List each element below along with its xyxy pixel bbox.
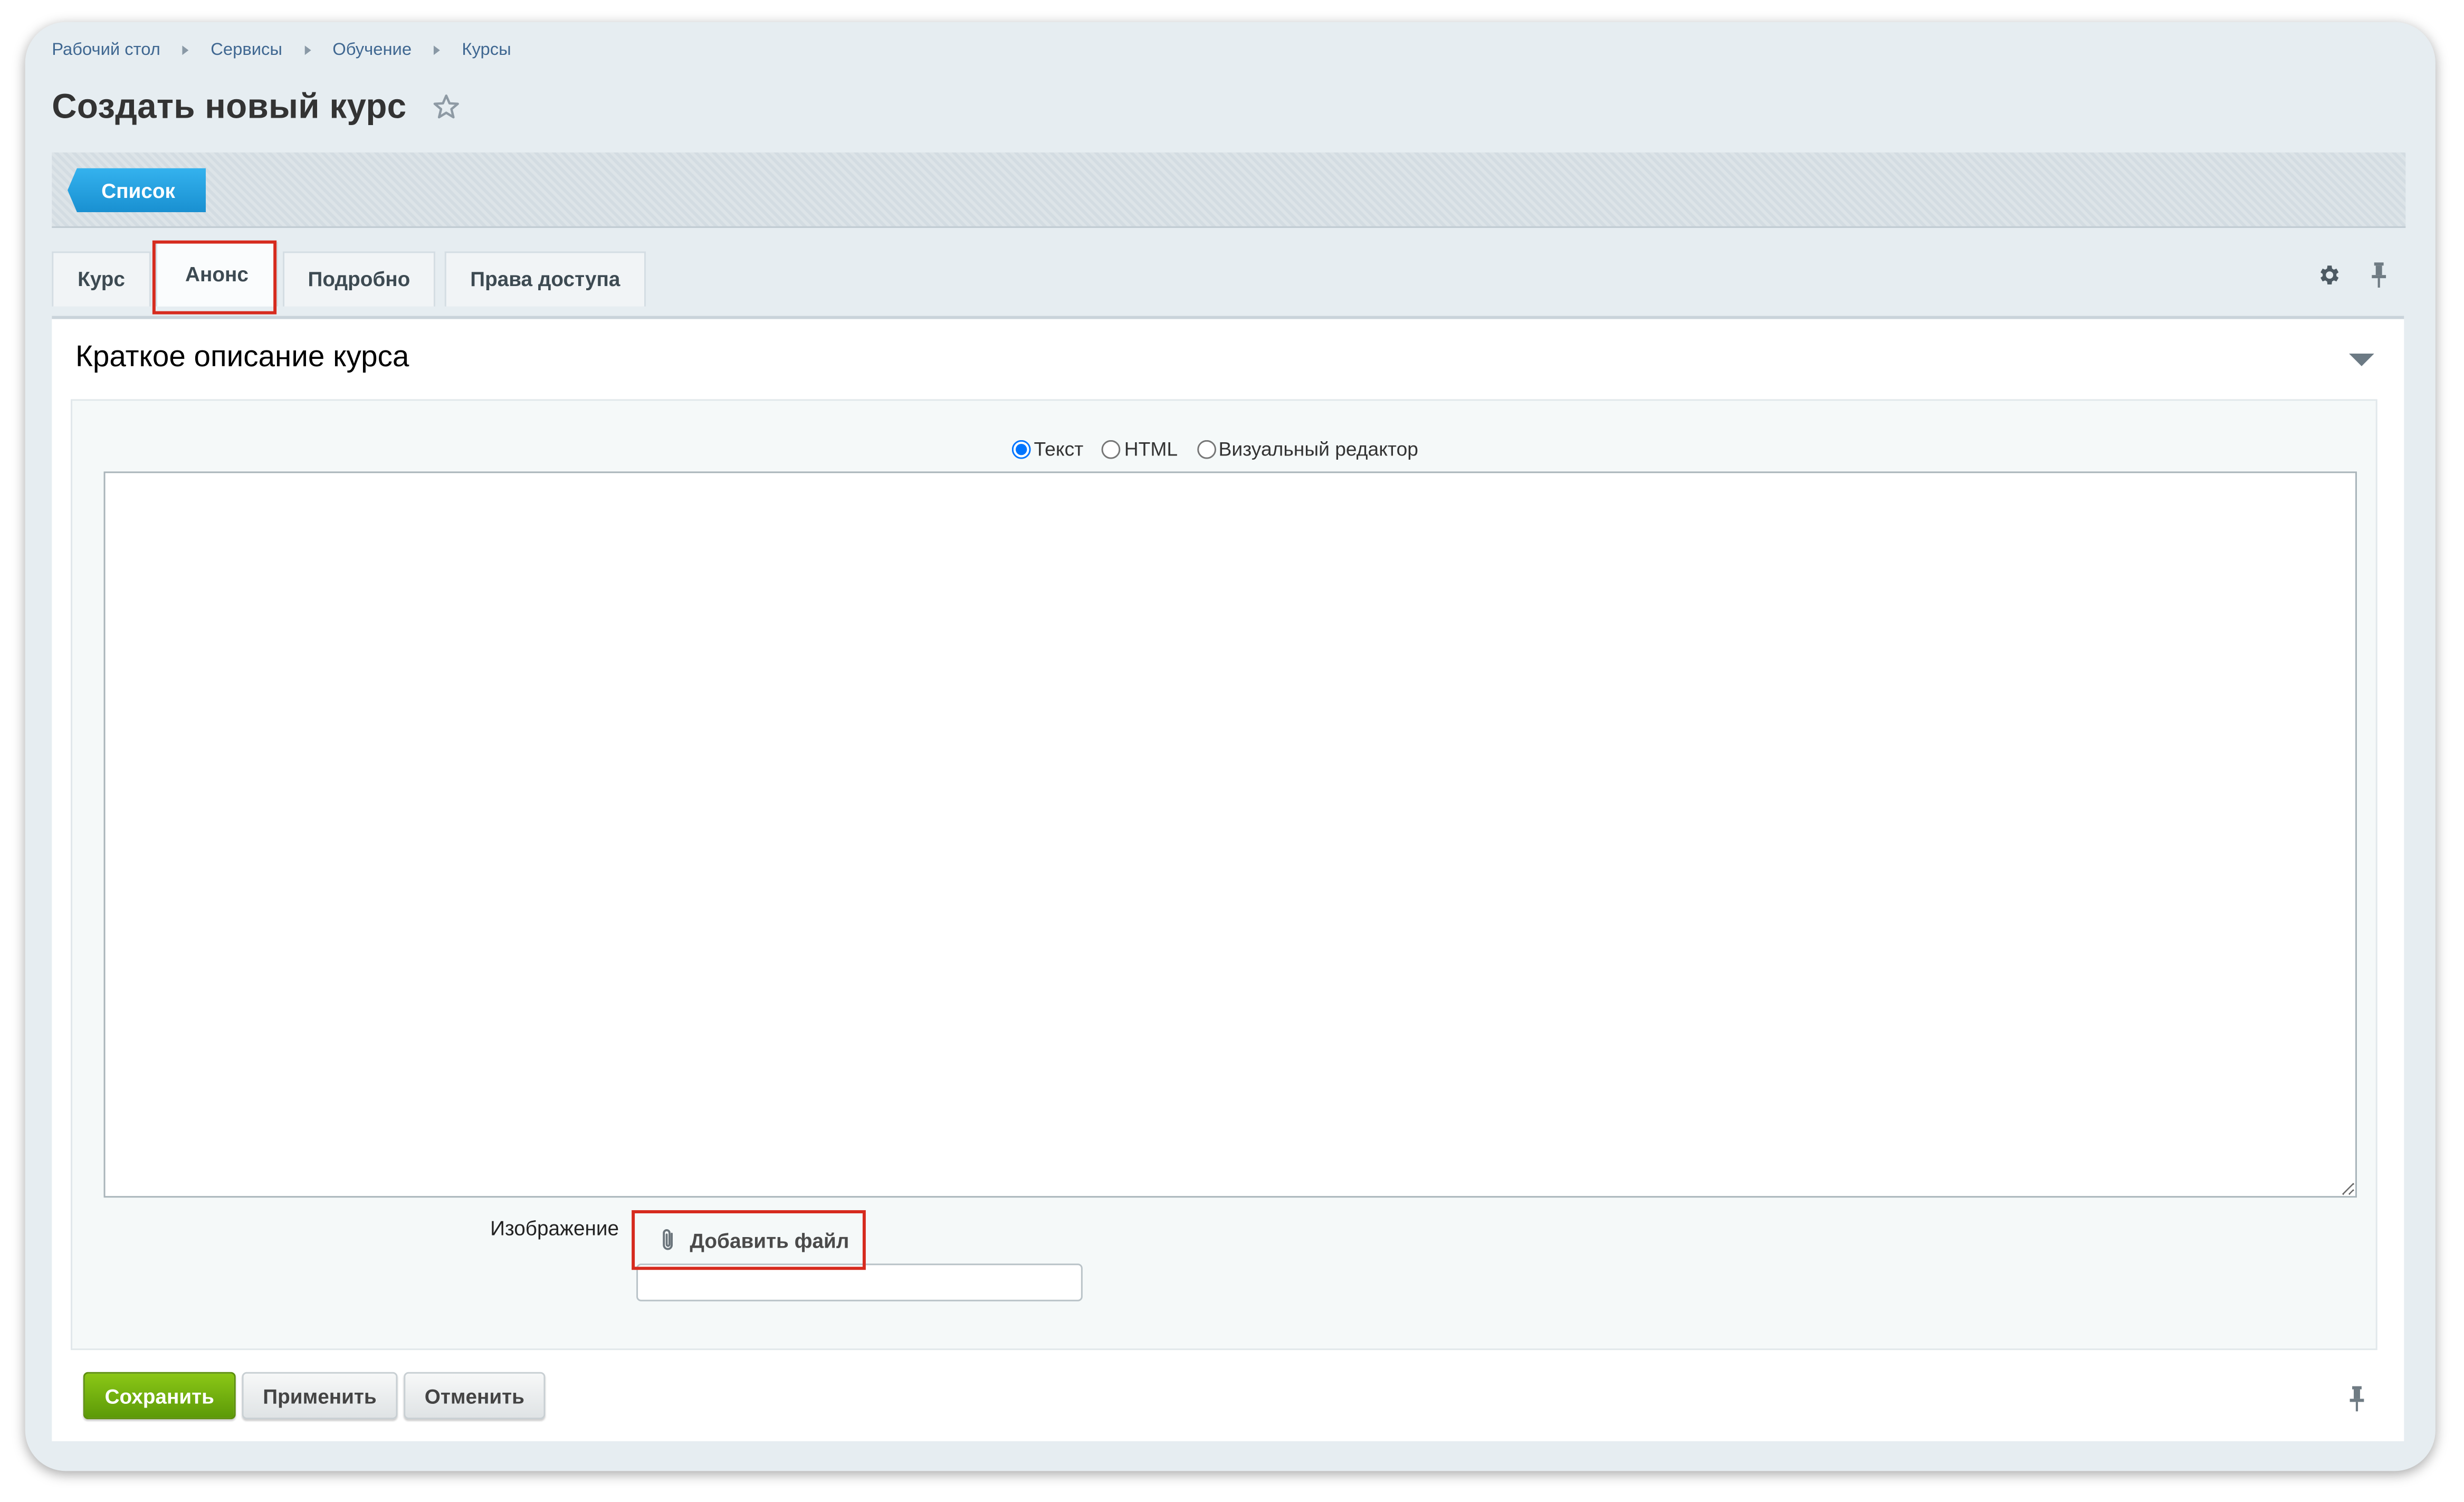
form-buttons: Сохранить Применить Отменить [83, 1372, 551, 1420]
tab-access-rights[interactable]: Права доступа [444, 251, 646, 307]
mode-option-html[interactable]: HTML [1102, 439, 1178, 461]
pin-icon[interactable] [2368, 261, 2390, 289]
breadcrumb-item-learning[interactable]: Обучение [332, 41, 412, 60]
chevron-down-icon[interactable] [2349, 352, 2374, 368]
breadcrumb-arrow-icon [304, 45, 311, 55]
mode-label-text: Текст [1034, 438, 1084, 461]
add-file-label: Добавить файл [690, 1228, 849, 1252]
breadcrumb-item-desktop[interactable]: Рабочий стол [52, 41, 160, 60]
section-title: Краткое описание курса [75, 341, 409, 374]
mode-radio-text[interactable] [1011, 440, 1031, 459]
paperclip-icon [663, 1229, 673, 1250]
file-path-field[interactable] [636, 1263, 1083, 1301]
context-toolbar: Список [52, 152, 2406, 228]
breadcrumb-arrow-icon [433, 45, 440, 55]
breadcrumb-item-courses[interactable]: Курсы [462, 41, 511, 60]
mode-option-text[interactable]: Текст [1011, 438, 1084, 461]
add-file-button[interactable]: Добавить файл [639, 1216, 859, 1263]
breadcrumb-arrow-icon [182, 45, 189, 55]
mode-option-visual[interactable]: Визуальный редактор [1196, 438, 1418, 461]
breadcrumb-item-services[interactable]: Сервисы [211, 41, 282, 60]
cancel-button[interactable]: Отменить [404, 1372, 546, 1420]
breadcrumb: Рабочий стол Сервисы Обучение Курсы [52, 41, 511, 60]
admin-window: Рабочий стол Сервисы Обучение Курсы Созд… [25, 22, 2436, 1471]
tab-details[interactable]: Подробно [283, 251, 435, 307]
save-button[interactable]: Сохранить [83, 1372, 236, 1420]
description-textarea[interactable] [103, 471, 2357, 1198]
mode-label-html: HTML [1124, 438, 1178, 461]
star-icon[interactable] [432, 93, 461, 121]
list-button[interactable]: Список [68, 168, 206, 213]
mode-label-visual: Визуальный редактор [1218, 438, 1418, 461]
pin-icon[interactable] [2346, 1385, 2368, 1413]
mode-radio-html[interactable] [1102, 440, 1121, 459]
mode-radio-visual[interactable] [1196, 440, 1216, 459]
page-title: Создать новый курс [52, 86, 407, 126]
tab-announcement[interactable]: Анонс [155, 242, 279, 307]
apply-button[interactable]: Применить [242, 1372, 398, 1420]
tab-course[interactable]: Курс [52, 251, 151, 307]
gear-icon[interactable] [2316, 262, 2342, 288]
image-label: Изображение [490, 1216, 619, 1240]
stage: Рабочий стол Сервисы Обучение Курсы Созд… [0, 0, 2464, 1501]
editor-panel: Текст HTML Визуальный редактор Изображен… [71, 399, 2377, 1351]
editor-mode-switch: Текст HTML Визуальный редактор [1011, 438, 1437, 461]
tab-content: Краткое описание курса Текст HTML Визуал… [52, 316, 2404, 1441]
